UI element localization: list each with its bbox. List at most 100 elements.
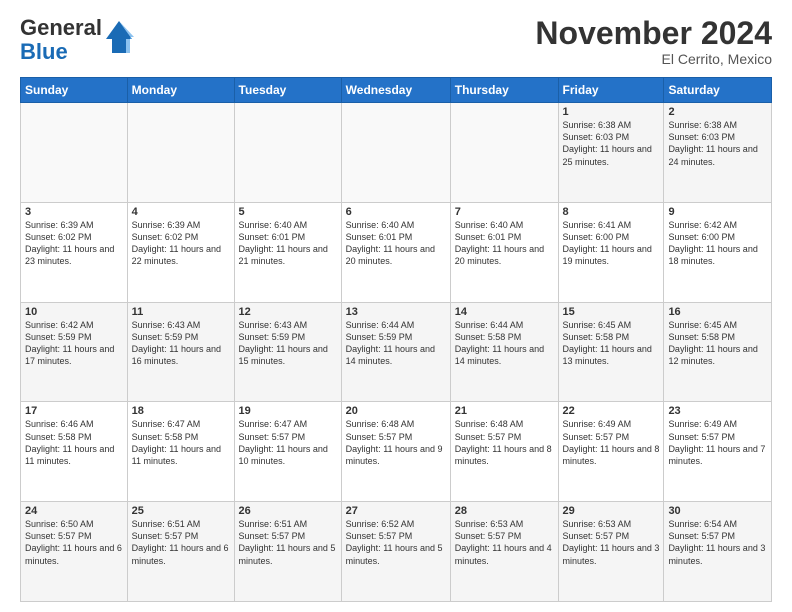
calendar-table: SundayMondayTuesdayWednesdayThursdayFrid… [20,77,772,602]
day-content: Sunrise: 6:48 AM Sunset: 5:57 PM Dayligh… [455,418,554,467]
day-content: Sunrise: 6:42 AM Sunset: 5:59 PM Dayligh… [25,319,123,368]
day-number: 17 [25,405,123,417]
day-number: 13 [346,306,446,318]
day-number: 12 [239,306,337,318]
page: General Blue November 2024 El Cerrito, M… [0,0,792,612]
day-cell: 28Sunrise: 6:53 AM Sunset: 5:57 PM Dayli… [450,502,558,602]
day-number: 21 [455,405,554,417]
day-content: Sunrise: 6:40 AM Sunset: 6:01 PM Dayligh… [455,219,554,268]
day-cell: 5Sunrise: 6:40 AM Sunset: 6:01 PM Daylig… [234,202,341,302]
day-number: 22 [563,405,660,417]
day-cell: 29Sunrise: 6:53 AM Sunset: 5:57 PM Dayli… [558,502,664,602]
header-monday: Monday [127,78,234,103]
day-cell: 14Sunrise: 6:44 AM Sunset: 5:58 PM Dayli… [450,302,558,402]
day-content: Sunrise: 6:48 AM Sunset: 5:57 PM Dayligh… [346,418,446,467]
day-number: 23 [668,405,767,417]
header-friday: Friday [558,78,664,103]
day-cell: 13Sunrise: 6:44 AM Sunset: 5:59 PM Dayli… [341,302,450,402]
day-cell: 3Sunrise: 6:39 AM Sunset: 6:02 PM Daylig… [21,202,128,302]
day-content: Sunrise: 6:40 AM Sunset: 6:01 PM Dayligh… [239,219,337,268]
day-cell [21,103,128,203]
day-number: 9 [668,206,767,218]
day-number: 29 [563,505,660,517]
calendar: SundayMondayTuesdayWednesdayThursdayFrid… [20,77,772,602]
day-cell: 7Sunrise: 6:40 AM Sunset: 6:01 PM Daylig… [450,202,558,302]
day-cell: 1Sunrise: 6:38 AM Sunset: 6:03 PM Daylig… [558,103,664,203]
day-cell: 18Sunrise: 6:47 AM Sunset: 5:58 PM Dayli… [127,402,234,502]
day-number: 15 [563,306,660,318]
header-thursday: Thursday [450,78,558,103]
day-content: Sunrise: 6:49 AM Sunset: 5:57 PM Dayligh… [668,418,767,467]
day-cell: 12Sunrise: 6:43 AM Sunset: 5:59 PM Dayli… [234,302,341,402]
day-content: Sunrise: 6:45 AM Sunset: 5:58 PM Dayligh… [563,319,660,368]
day-cell: 24Sunrise: 6:50 AM Sunset: 5:57 PM Dayli… [21,502,128,602]
day-cell: 23Sunrise: 6:49 AM Sunset: 5:57 PM Dayli… [664,402,772,502]
day-cell [341,103,450,203]
day-content: Sunrise: 6:44 AM Sunset: 5:58 PM Dayligh… [455,319,554,368]
day-content: Sunrise: 6:39 AM Sunset: 6:02 PM Dayligh… [25,219,123,268]
day-number: 5 [239,206,337,218]
day-cell: 17Sunrise: 6:46 AM Sunset: 5:58 PM Dayli… [21,402,128,502]
day-number: 18 [132,405,230,417]
day-number: 19 [239,405,337,417]
day-cell: 15Sunrise: 6:45 AM Sunset: 5:58 PM Dayli… [558,302,664,402]
header-wednesday: Wednesday [341,78,450,103]
header-sunday: Sunday [21,78,128,103]
day-cell: 16Sunrise: 6:45 AM Sunset: 5:58 PM Dayli… [664,302,772,402]
logo-general: General [20,15,102,40]
day-number: 25 [132,505,230,517]
day-cell [450,103,558,203]
day-number: 10 [25,306,123,318]
day-content: Sunrise: 6:51 AM Sunset: 5:57 PM Dayligh… [132,518,230,567]
logo-blue: Blue [20,39,68,64]
day-cell: 10Sunrise: 6:42 AM Sunset: 5:59 PM Dayli… [21,302,128,402]
day-number: 3 [25,206,123,218]
day-content: Sunrise: 6:42 AM Sunset: 6:00 PM Dayligh… [668,219,767,268]
day-number: 27 [346,505,446,517]
day-content: Sunrise: 6:45 AM Sunset: 5:58 PM Dayligh… [668,319,767,368]
day-content: Sunrise: 6:41 AM Sunset: 6:00 PM Dayligh… [563,219,660,268]
day-number: 11 [132,306,230,318]
day-content: Sunrise: 6:47 AM Sunset: 5:57 PM Dayligh… [239,418,337,467]
day-number: 2 [668,106,767,118]
day-cell: 11Sunrise: 6:43 AM Sunset: 5:59 PM Dayli… [127,302,234,402]
day-content: Sunrise: 6:47 AM Sunset: 5:58 PM Dayligh… [132,418,230,467]
location: El Cerrito, Mexico [535,51,772,67]
day-cell: 2Sunrise: 6:38 AM Sunset: 6:03 PM Daylig… [664,103,772,203]
day-number: 8 [563,206,660,218]
week-row-4: 17Sunrise: 6:46 AM Sunset: 5:58 PM Dayli… [21,402,772,502]
day-content: Sunrise: 6:38 AM Sunset: 6:03 PM Dayligh… [668,119,767,168]
day-content: Sunrise: 6:50 AM Sunset: 5:57 PM Dayligh… [25,518,123,567]
day-number: 7 [455,206,554,218]
day-content: Sunrise: 6:38 AM Sunset: 6:03 PM Dayligh… [563,119,660,168]
day-cell: 4Sunrise: 6:39 AM Sunset: 6:02 PM Daylig… [127,202,234,302]
day-cell: 19Sunrise: 6:47 AM Sunset: 5:57 PM Dayli… [234,402,341,502]
day-content: Sunrise: 6:49 AM Sunset: 5:57 PM Dayligh… [563,418,660,467]
day-content: Sunrise: 6:43 AM Sunset: 5:59 PM Dayligh… [132,319,230,368]
logo: General Blue [20,16,134,64]
day-number: 24 [25,505,123,517]
month-title: November 2024 [535,16,772,51]
header-tuesday: Tuesday [234,78,341,103]
day-number: 26 [239,505,337,517]
day-content: Sunrise: 6:54 AM Sunset: 5:57 PM Dayligh… [668,518,767,567]
day-number: 16 [668,306,767,318]
day-cell: 8Sunrise: 6:41 AM Sunset: 6:00 PM Daylig… [558,202,664,302]
day-cell: 6Sunrise: 6:40 AM Sunset: 6:01 PM Daylig… [341,202,450,302]
day-number: 14 [455,306,554,318]
day-cell: 22Sunrise: 6:49 AM Sunset: 5:57 PM Dayli… [558,402,664,502]
day-content: Sunrise: 6:53 AM Sunset: 5:57 PM Dayligh… [563,518,660,567]
day-cell: 25Sunrise: 6:51 AM Sunset: 5:57 PM Dayli… [127,502,234,602]
day-cell [127,103,234,203]
day-content: Sunrise: 6:46 AM Sunset: 5:58 PM Dayligh… [25,418,123,467]
day-content: Sunrise: 6:43 AM Sunset: 5:59 PM Dayligh… [239,319,337,368]
day-content: Sunrise: 6:44 AM Sunset: 5:59 PM Dayligh… [346,319,446,368]
day-cell: 21Sunrise: 6:48 AM Sunset: 5:57 PM Dayli… [450,402,558,502]
day-number: 4 [132,206,230,218]
day-cell: 27Sunrise: 6:52 AM Sunset: 5:57 PM Dayli… [341,502,450,602]
day-content: Sunrise: 6:52 AM Sunset: 5:57 PM Dayligh… [346,518,446,567]
day-cell [234,103,341,203]
day-cell: 9Sunrise: 6:42 AM Sunset: 6:00 PM Daylig… [664,202,772,302]
day-cell: 26Sunrise: 6:51 AM Sunset: 5:57 PM Dayli… [234,502,341,602]
week-row-3: 10Sunrise: 6:42 AM Sunset: 5:59 PM Dayli… [21,302,772,402]
